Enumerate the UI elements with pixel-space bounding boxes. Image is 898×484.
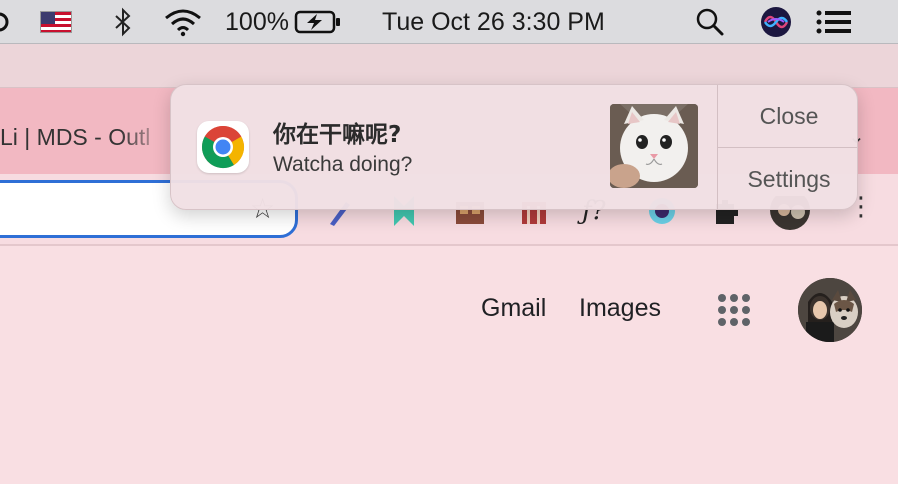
notification-close-button[interactable]: Close xyxy=(718,85,857,148)
bluetooth-icon[interactable] xyxy=(110,0,136,44)
us-flag-icon[interactable] xyxy=(40,0,72,44)
battery-percent: 100% xyxy=(225,7,289,36)
menubar-clock[interactable]: Tue Oct 26 3:30 PM xyxy=(382,0,652,44)
notification-body: Watcha doing? xyxy=(273,153,413,176)
chrome-notification[interactable]: 你在干嘛呢? Watcha doing? Close Settings xyxy=(170,84,858,210)
menu-bar: 100% Tue Oct 26 3:30 PM xyxy=(0,0,898,44)
gmail-link[interactable]: Gmail xyxy=(481,294,546,323)
notification-actions: Close Settings xyxy=(717,85,857,209)
app-icon[interactable] xyxy=(0,0,12,44)
wifi-icon[interactable] xyxy=(162,0,204,44)
chrome-icon xyxy=(197,121,249,173)
spotlight-search-icon[interactable] xyxy=(694,0,726,44)
tab-title-fade xyxy=(120,118,168,156)
control-center-icon[interactable] xyxy=(814,0,854,44)
account-avatar[interactable] xyxy=(798,278,862,342)
battery-charging-icon[interactable] xyxy=(294,0,342,44)
window-titlebar xyxy=(0,44,898,88)
notification-settings-button[interactable]: Settings xyxy=(718,148,857,209)
notification-image-cat xyxy=(610,104,698,188)
notification-title: 你在干嘛呢? xyxy=(273,122,402,148)
google-apps-icon[interactable] xyxy=(718,294,750,326)
images-link[interactable]: Images xyxy=(579,294,661,323)
siri-icon[interactable] xyxy=(760,0,792,44)
